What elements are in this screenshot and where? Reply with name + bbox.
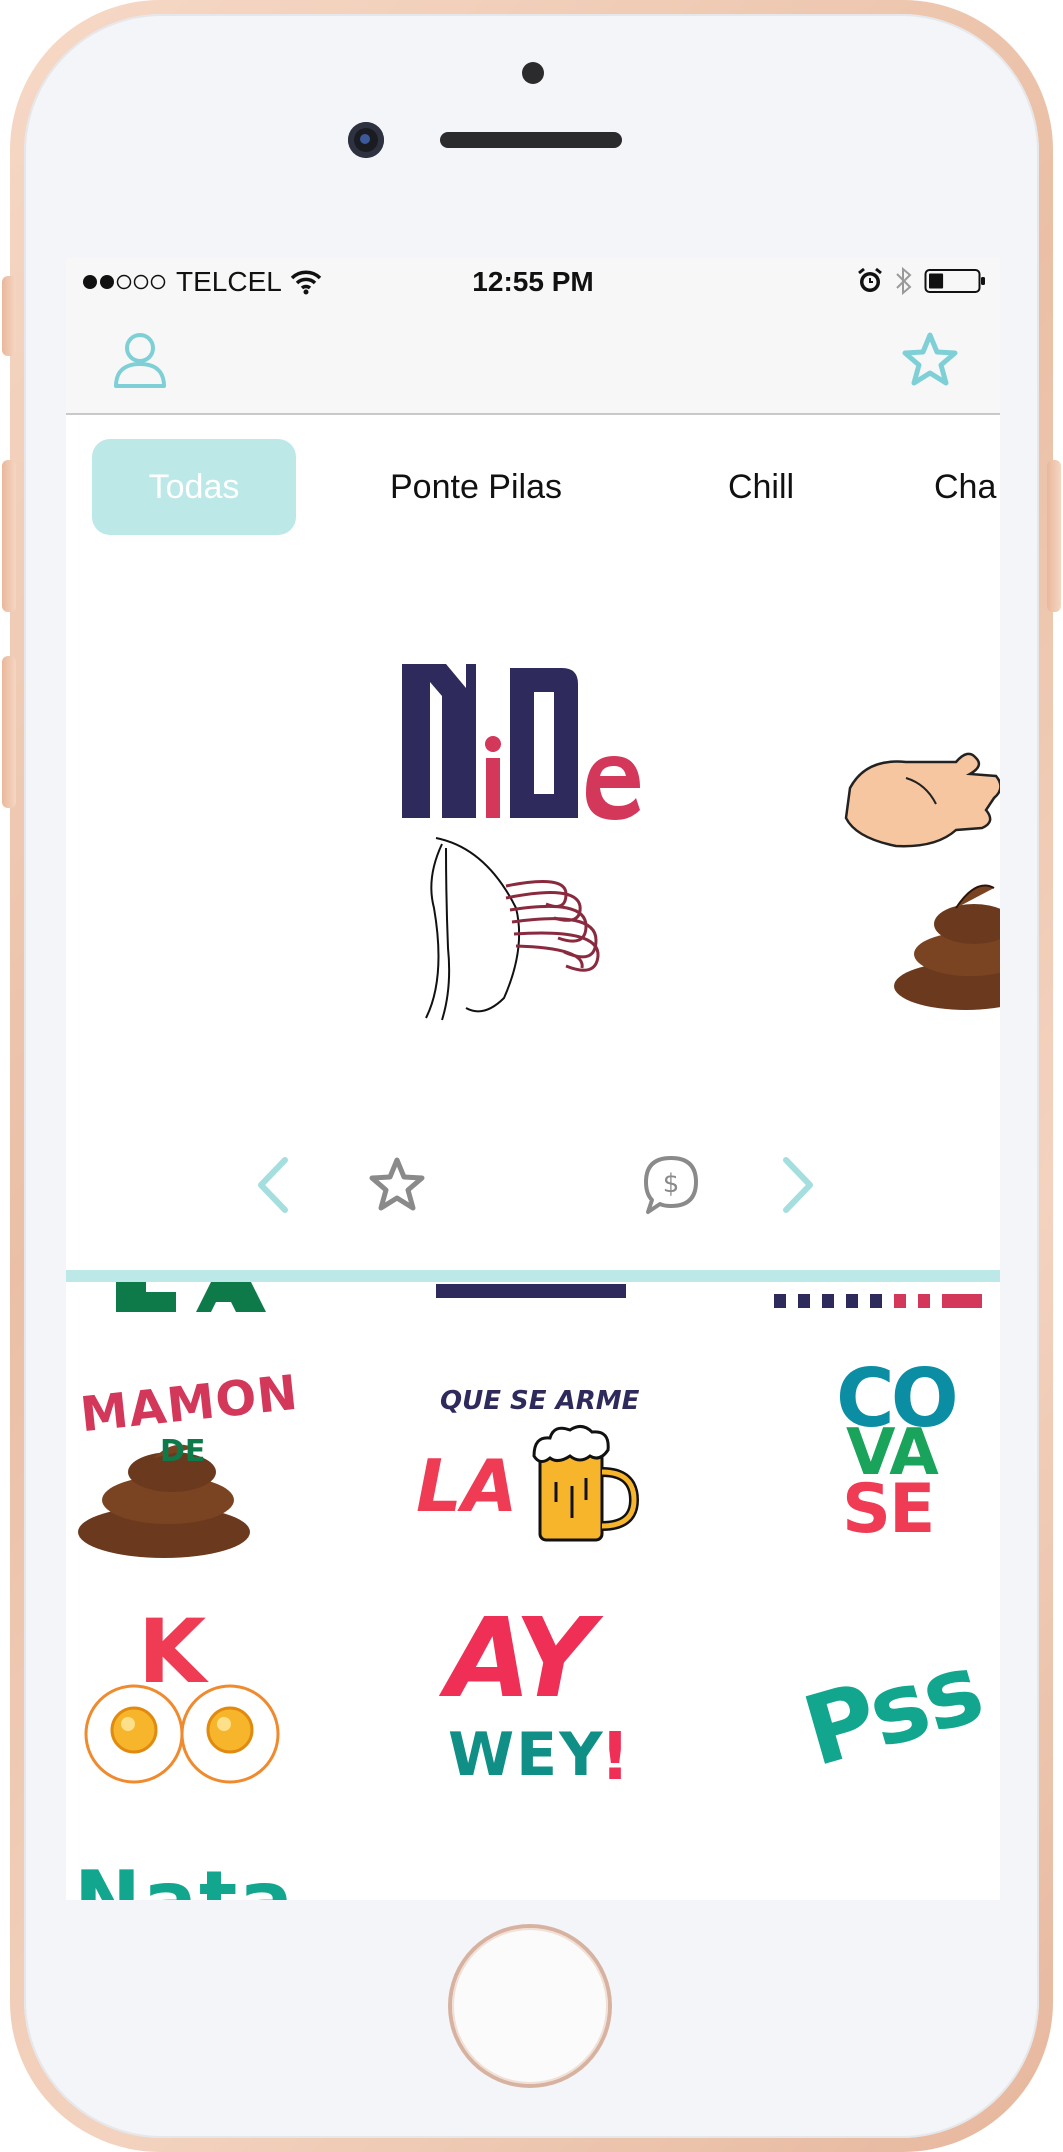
favorites-star-icon[interactable] bbox=[900, 330, 960, 390]
volume-up-button bbox=[2, 460, 16, 612]
wey-text: WEY bbox=[448, 1720, 605, 1790]
la-text: LA bbox=[416, 1444, 518, 1528]
chevron-left-icon[interactable] bbox=[241, 1150, 311, 1220]
mute-switch bbox=[2, 276, 16, 356]
poop-icon bbox=[894, 884, 1000, 1010]
mamon-de-sticker[interactable]: MAMON DE bbox=[74, 1365, 304, 1562]
carousel-controls: $ bbox=[66, 1128, 1000, 1256]
chevron-right-icon[interactable] bbox=[760, 1150, 830, 1220]
battery-icon bbox=[924, 269, 985, 293]
proximity-sensor bbox=[522, 62, 544, 84]
app-screen: TELCEL 12:55 PM Todas Ponte Pilas Chill … bbox=[66, 258, 1000, 1900]
ni-de-lettering bbox=[402, 664, 640, 820]
earpiece-speaker bbox=[440, 132, 622, 148]
partial-sticker-nata[interactable]: Nata bbox=[74, 1842, 334, 1900]
ay-wey-sticker[interactable]: AY WEY ! bbox=[438, 1594, 638, 1804]
section-divider bbox=[66, 1270, 1000, 1282]
alarm-icon bbox=[858, 267, 882, 292]
bluetooth-icon bbox=[896, 266, 912, 296]
home-button[interactable] bbox=[452, 1928, 608, 2084]
mamon-de-text: DE bbox=[160, 1434, 206, 1469]
sticker-grid: MAMON DE QUE SE ARME LA CO VA SE K AY WE… bbox=[66, 1282, 1000, 1900]
category-tabs: Todas Ponte Pilas Chill Cha bbox=[66, 415, 1000, 565]
nata-text: Nata bbox=[74, 1854, 295, 1900]
partial-sticker-la[interactable] bbox=[106, 1282, 306, 1322]
k-eggs-sticker[interactable]: K bbox=[82, 1600, 282, 1800]
covase-sticker[interactable]: CO VA SE bbox=[824, 1352, 974, 1562]
front-camera bbox=[348, 122, 384, 158]
ni-de-pedo-sticker[interactable] bbox=[386, 648, 666, 1028]
exclamation-text: ! bbox=[600, 1718, 631, 1795]
partial-sticker-stripes[interactable] bbox=[774, 1282, 994, 1322]
pss-sticker[interactable]: Pss bbox=[790, 1632, 1000, 1788]
tab-ponte-pilas[interactable]: Ponte Pilas bbox=[366, 439, 586, 535]
power-button bbox=[1047, 460, 1061, 612]
beer-mug-icon bbox=[532, 1425, 640, 1542]
sticker-carousel[interactable] bbox=[66, 568, 1000, 1128]
que-se-arme-text: QUE SE ARME bbox=[440, 1386, 640, 1416]
status-right bbox=[856, 266, 986, 296]
dollar-speech-icon[interactable]: $ bbox=[636, 1150, 706, 1220]
top-nav-bar bbox=[66, 308, 1000, 415]
fried-eggs-icon bbox=[84, 1684, 280, 1784]
ay-text: AY bbox=[446, 1594, 594, 1722]
favorite-star-icon[interactable] bbox=[362, 1150, 432, 1220]
user-icon[interactable] bbox=[110, 330, 170, 390]
tab-cha[interactable]: Cha bbox=[934, 439, 1000, 535]
poop-hand-sticker[interactable] bbox=[836, 718, 1000, 1028]
status-bar: TELCEL 12:55 PM bbox=[66, 258, 1000, 308]
tab-chill[interactable]: Chill bbox=[706, 439, 816, 535]
se-text: SE bbox=[842, 1470, 935, 1549]
svg-text:$: $ bbox=[663, 1169, 680, 1199]
tab-todas[interactable]: Todas bbox=[92, 439, 296, 535]
pss-text: Pss bbox=[791, 1631, 993, 1789]
partial-sticker-arme[interactable] bbox=[426, 1282, 646, 1312]
que-se-arme-sticker[interactable]: QUE SE ARME LA bbox=[416, 1372, 656, 1562]
butt-outline bbox=[425, 837, 521, 1021]
volume-down-button bbox=[2, 656, 16, 808]
